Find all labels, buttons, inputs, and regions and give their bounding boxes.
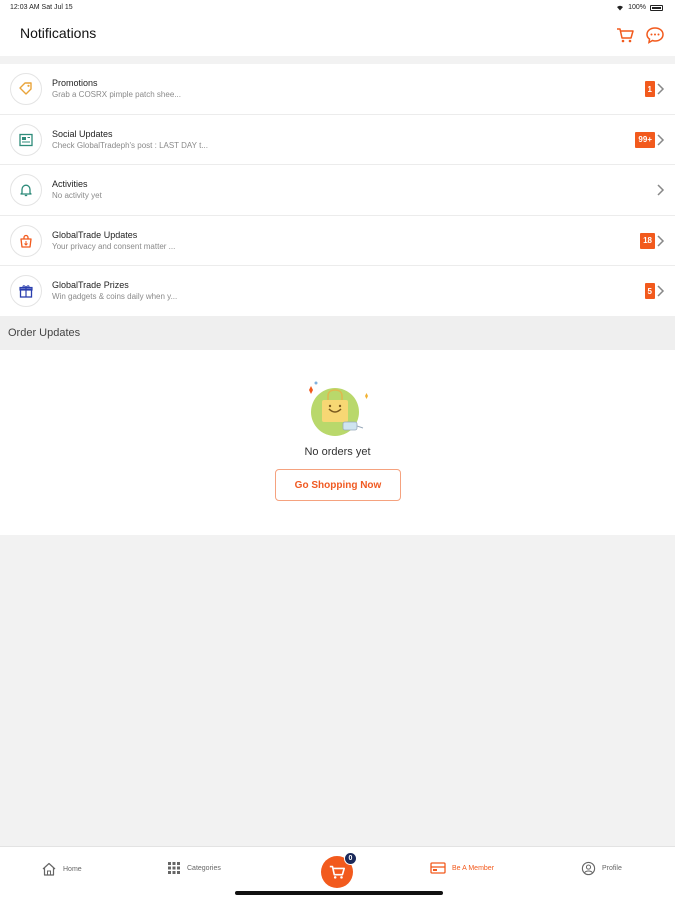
battery-percent: 100%	[628, 4, 646, 11]
chevron-right-icon	[657, 285, 665, 297]
order-updates-panel: No orders yet Go Shopping Now	[0, 350, 675, 535]
count-badge: 1	[644, 81, 655, 97]
notification-item-activities[interactable]: Activities No activity yet	[0, 165, 675, 216]
tab-label: Categories	[187, 864, 221, 872]
count-badge: 5	[644, 283, 655, 299]
notification-list: Promotions Grab a COSRX pimple patch she…	[0, 64, 675, 317]
tab-label: Profile	[602, 865, 622, 872]
status-time: 12:03 AM Sat Jul 15	[10, 4, 73, 11]
battery-icon	[650, 4, 663, 11]
notification-item-promotions[interactable]: Promotions Grab a COSRX pimple patch she…	[0, 64, 675, 115]
cart-icon[interactable]	[615, 25, 635, 45]
chevron-right-icon	[657, 234, 665, 247]
empty-bag-illustration	[309, 381, 368, 436]
icon-circle	[10, 224, 42, 257]
notification-title: Social Updates	[52, 128, 113, 139]
tab-categories[interactable]: Categories	[167, 861, 221, 875]
cart-icon	[329, 865, 346, 879]
home-icon	[42, 862, 56, 876]
shopping-bag-icon	[20, 234, 32, 248]
page-header: Notifications	[0, 16, 675, 56]
tab-home[interactable]: Home	[41, 861, 82, 877]
bell-icon	[20, 184, 32, 197]
icon-circle	[10, 123, 42, 156]
notification-subtitle: Check GlobalTradeph's post : LAST DAY t.…	[52, 140, 208, 150]
page-title: Notifications	[20, 25, 97, 41]
notification-item-globaltrade-prizes[interactable]: GlobalTrade Prizes Win gadgets & coins d…	[0, 266, 675, 317]
count-badge: 18	[640, 232, 655, 249]
icon-circle	[10, 174, 42, 206]
status-bar: 12:03 AM Sat Jul 15 100%	[0, 0, 675, 16]
section-title: Order Updates	[8, 327, 81, 339]
home-indicator	[235, 891, 443, 895]
chevron-right-icon	[657, 83, 665, 95]
notification-title: Activities	[52, 179, 88, 189]
empty-orders-text: No orders yet	[304, 446, 371, 458]
notification-item-social-updates[interactable]: Social Updates Check GlobalTradeph's pos…	[0, 115, 675, 165]
count-badge: 99+	[635, 131, 655, 148]
order-updates-header: Order Updates	[0, 316, 675, 350]
notification-title: Promotions	[52, 78, 98, 88]
tab-label: Be A Member	[452, 864, 495, 872]
tab-label: Home	[63, 865, 82, 873]
chevron-right-icon	[657, 184, 665, 196]
tab-be-a-member[interactable]: Be A Member	[430, 861, 494, 875]
tag-icon	[19, 82, 32, 95]
categories-grid-icon	[168, 862, 180, 874]
gift-icon	[19, 285, 33, 298]
notification-subtitle: Your privacy and consent matter ...	[52, 241, 176, 251]
cart-count-badge: 0	[344, 852, 357, 865]
profile-icon	[581, 861, 596, 876]
newspaper-icon	[19, 133, 33, 146]
notification-item-globaltrade-updates[interactable]: GlobalTrade Updates Your privacy and con…	[0, 216, 675, 266]
chevron-right-icon	[657, 133, 665, 146]
go-shopping-button[interactable]: Go Shopping Now	[275, 469, 401, 501]
notification-subtitle: Grab a COSRX pimple patch shee...	[52, 90, 181, 99]
chat-icon[interactable]	[645, 25, 665, 45]
notification-title: GlobalTrade Updates	[52, 229, 138, 240]
notification-subtitle: Win gadgets & coins daily when y...	[52, 292, 178, 301]
icon-circle	[10, 73, 42, 105]
member-card-icon	[430, 862, 446, 874]
tab-profile[interactable]: Profile	[581, 861, 622, 876]
cart-button[interactable]: 0	[321, 852, 357, 888]
icon-circle	[10, 275, 42, 307]
notification-title: GlobalTrade Prizes	[52, 280, 129, 290]
wifi-icon	[617, 5, 624, 10]
notification-subtitle: No activity yet	[52, 191, 102, 200]
status-right: 100%	[616, 4, 663, 11]
